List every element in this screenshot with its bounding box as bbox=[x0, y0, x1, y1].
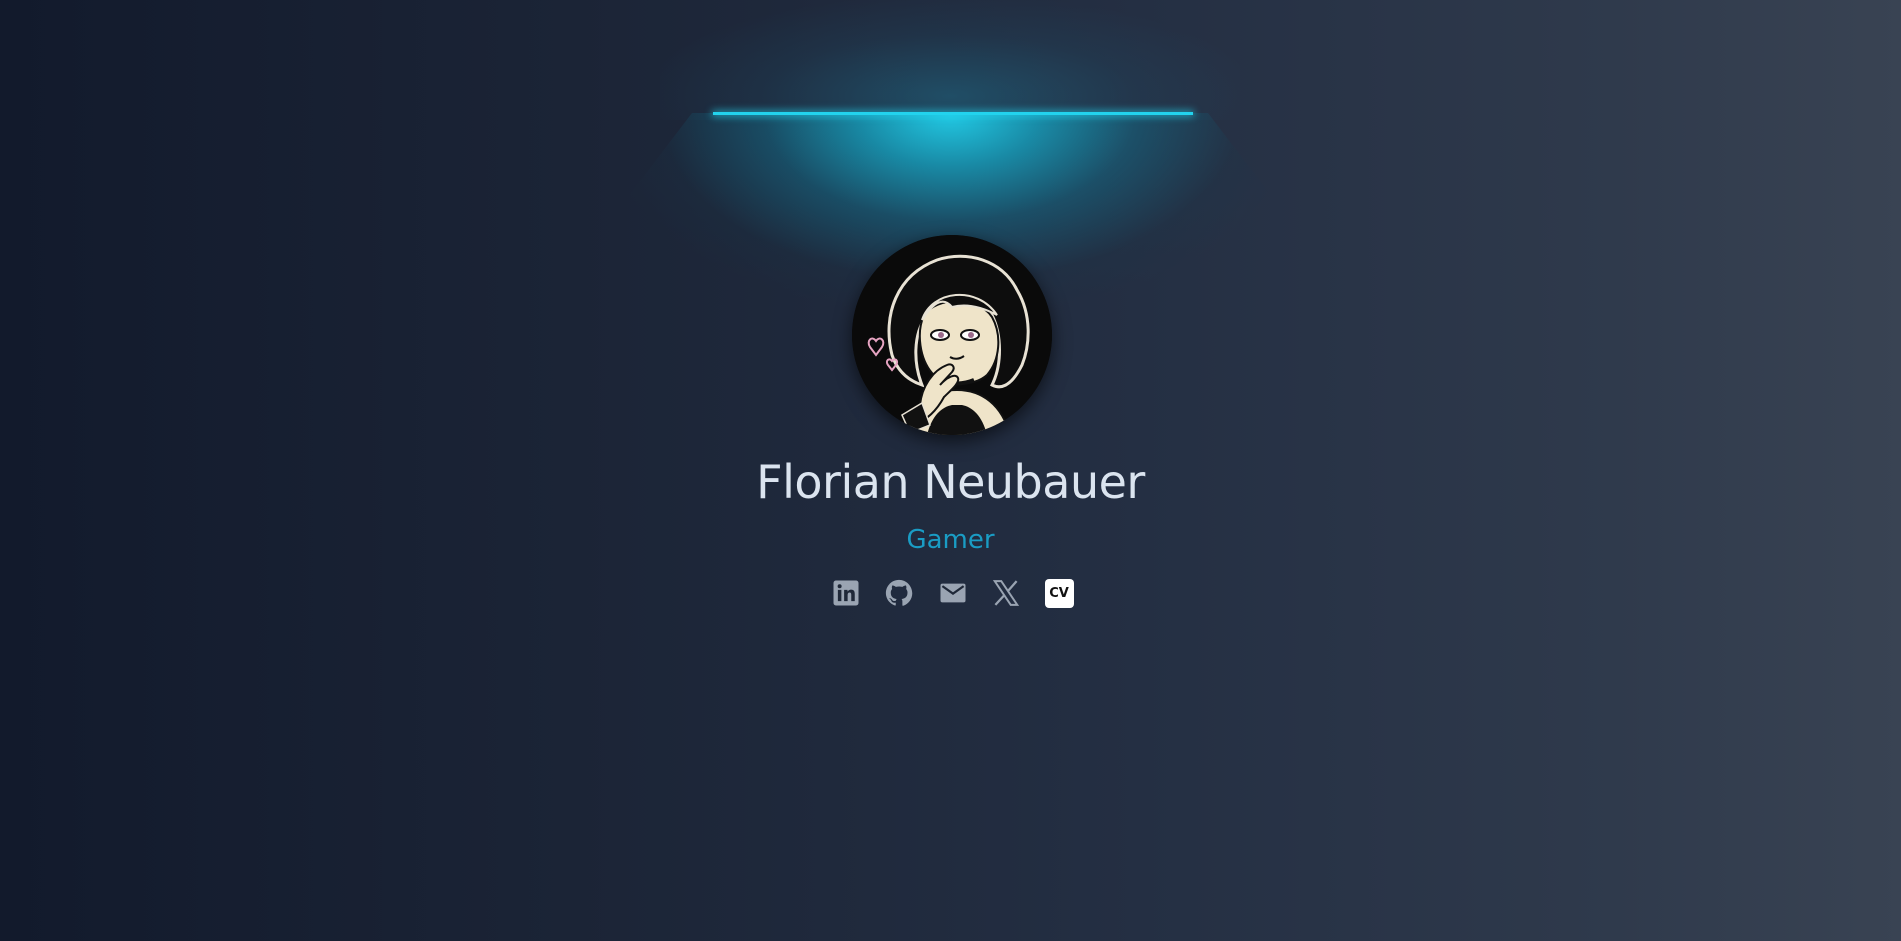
email-link[interactable] bbox=[937, 577, 969, 609]
avatar bbox=[852, 235, 1052, 435]
social-links: CV bbox=[830, 575, 1075, 611]
profile-card: Florian Neubauer Gamer CV bbox=[0, 0, 1901, 941]
x-icon bbox=[992, 580, 1019, 606]
github-link[interactable] bbox=[883, 577, 915, 609]
x-link[interactable] bbox=[990, 577, 1022, 609]
cv-link[interactable]: CV bbox=[1043, 577, 1075, 609]
profile-role: Gamer bbox=[906, 525, 995, 555]
github-icon bbox=[886, 579, 913, 606]
mail-icon bbox=[940, 583, 965, 603]
linkedin-link[interactable] bbox=[830, 577, 862, 609]
avatar-illustration bbox=[852, 235, 1052, 435]
linkedin-icon bbox=[833, 580, 859, 606]
profile-name: Florian Neubauer bbox=[756, 455, 1145, 509]
cv-icon: CV bbox=[1044, 578, 1074, 608]
